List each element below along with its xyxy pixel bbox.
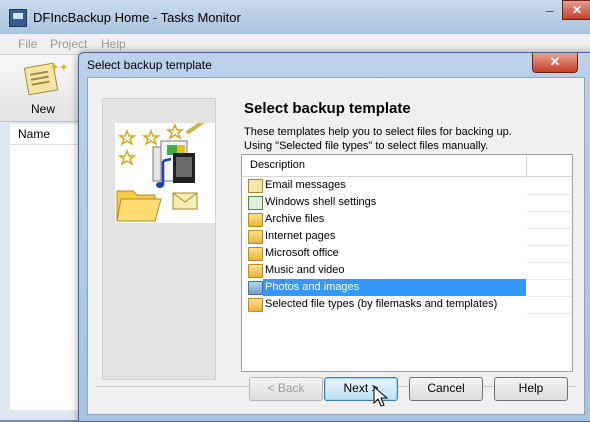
grid-line (527, 245, 572, 246)
new-task-label: New (30, 102, 55, 116)
new-task-button[interactable]: ✦✦ New (16, 61, 70, 119)
list-item-selected[interactable]: Photos and images (242, 279, 572, 296)
grid-line (527, 194, 572, 195)
dialog-heading: Select backup template (244, 100, 411, 117)
main-title-bar: DFIncBackup Home - Tasks Monitor – (0, 0, 590, 34)
list-item-label: Photos and images (265, 281, 360, 293)
folder-icon (248, 298, 263, 312)
main-window-title: DFIncBackup Home - Tasks Monitor (33, 10, 241, 25)
folder-icon (248, 230, 263, 244)
grid-line (527, 262, 572, 263)
wizard-illustration-icon (115, 117, 215, 223)
description-line-2: Using "Selected file types" to select fi… (244, 140, 489, 152)
grid-line (527, 211, 572, 212)
mouse-cursor-icon (373, 385, 389, 408)
list-item[interactable]: Microsoft office (242, 245, 572, 262)
name-column-label: Name (18, 127, 51, 141)
settings-icon (248, 196, 263, 210)
description-column-label: Description (250, 159, 306, 171)
main-close-button[interactable]: ✕ (562, 0, 590, 20)
back-button[interactable]: < Back (249, 377, 323, 401)
list-item[interactable]: Music and video (242, 262, 572, 279)
grid-line (527, 228, 572, 229)
grid-line (527, 296, 572, 297)
list-item-label: Archive files (265, 213, 325, 225)
folder-icon (248, 264, 263, 278)
tasks-list[interactable] (10, 145, 80, 410)
description-column-header[interactable]: Description (242, 155, 527, 177)
grid-line (527, 279, 572, 280)
dialog-client-area: Select backup template These templates h… (87, 77, 585, 415)
empty-column-header (527, 155, 572, 177)
help-button[interactable]: Help (494, 377, 568, 401)
folder-icon (248, 281, 263, 295)
email-icon (248, 179, 263, 193)
list-item[interactable]: Internet pages (242, 228, 572, 245)
list-item-label: Internet pages (265, 230, 336, 242)
list-item-label: Selected file types (by filemasks and te… (265, 298, 498, 310)
menu-project[interactable]: Project (50, 37, 87, 51)
menu-help[interactable]: Help (101, 37, 126, 51)
folder-icon (248, 213, 263, 227)
select-template-dialog: Select backup template ✕ Select backup t… (78, 52, 590, 422)
list-item-label: Windows shell settings (265, 196, 377, 208)
dialog-title: Select backup template (87, 58, 212, 72)
grid-line (527, 313, 572, 314)
menu-file[interactable]: File (18, 37, 37, 51)
sparkle-icon: ✦✦ (50, 62, 69, 74)
list-item[interactable]: Archive files (242, 211, 572, 228)
list-item[interactable]: Selected file types (by filemasks and te… (242, 296, 572, 313)
list-item[interactable]: Windows shell settings (242, 194, 572, 211)
template-rows: Email messages Windows shell settings Ar… (242, 177, 572, 313)
list-item-label: Email messages (265, 179, 346, 191)
app-icon (9, 9, 27, 27)
description-line-1: These templates help you to select files… (244, 126, 512, 138)
folder-icon (248, 247, 263, 261)
minimize-button[interactable]: – (538, 2, 562, 19)
wizard-side-panel (102, 98, 216, 380)
cancel-button[interactable]: Cancel (409, 377, 483, 401)
list-item-label: Music and video (265, 264, 345, 276)
list-item[interactable]: Email messages (242, 177, 572, 194)
template-list[interactable]: Description Email messages Windows shell… (241, 154, 573, 372)
list-item-label: Microsoft office (265, 247, 339, 259)
dialog-description: These templates help you to select files… (244, 125, 574, 153)
dialog-close-button[interactable]: ✕ (532, 53, 578, 73)
